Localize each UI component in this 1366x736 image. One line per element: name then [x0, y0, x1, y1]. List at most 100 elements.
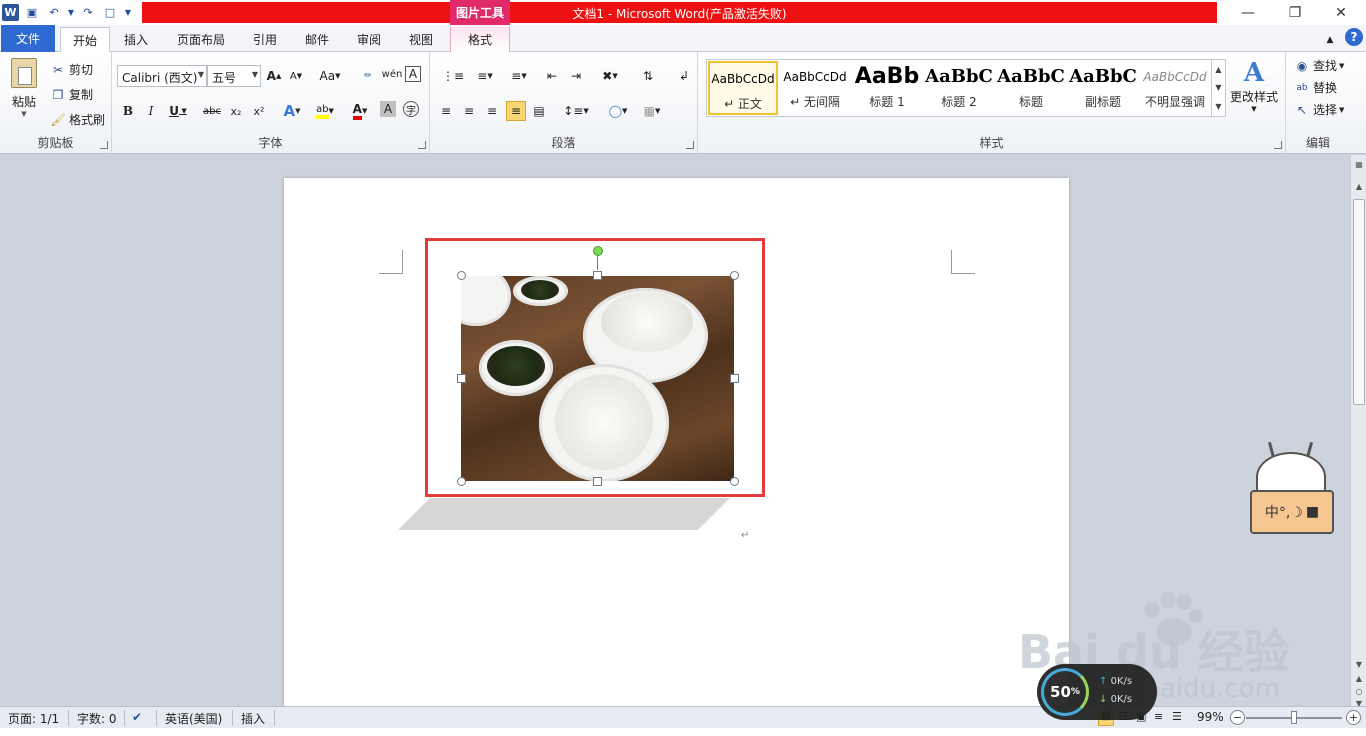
phonetic-guide-button[interactable]: wén: [382, 64, 403, 84]
document-page[interactable]: ↵: [284, 178, 1069, 718]
resize-handle-left[interactable]: [457, 374, 466, 383]
line-spacing-button[interactable]: ↕≡ ▼: [562, 101, 590, 121]
insert-mode[interactable]: 插入: [241, 710, 265, 727]
styles-launcher-icon[interactable]: [1274, 141, 1282, 149]
tab-review[interactable]: 审阅: [348, 27, 390, 52]
style-item-heading-2[interactable]: AaBbC 标题 2: [924, 61, 994, 115]
chinese-layout-button[interactable]: ✖ ▼: [596, 66, 624, 86]
find-button[interactable]: ◉ 查找 ▼: [1294, 57, 1345, 74]
replace-button[interactable]: ab 替换: [1294, 79, 1337, 96]
zoom-out-icon[interactable]: −: [1230, 710, 1245, 725]
clear-format-button[interactable]: ✏: [358, 66, 378, 86]
ime-cat-widget[interactable]: 中°,☽ ■: [1246, 441, 1338, 536]
customize-qat-icon[interactable]: ▼: [123, 4, 133, 22]
tab-insert[interactable]: 插入: [114, 27, 158, 52]
paste-button[interactable]: 粘贴 ▼: [6, 58, 42, 118]
proofing-icon[interactable]: ✔: [132, 710, 142, 724]
show-marks-button[interactable]: ↲: [674, 66, 694, 86]
font-family-select[interactable]: Calibri (西文) ▼: [117, 65, 207, 87]
subscript-button[interactable]: x₂: [226, 101, 246, 121]
numbering-button[interactable]: ≡ ▼: [470, 66, 500, 86]
zoom-slider-thumb[interactable]: [1291, 711, 1297, 724]
gallery-more-icon[interactable]: ▼: [1215, 102, 1221, 111]
resize-handle-top-right[interactable]: [730, 271, 739, 280]
rotate-handle-icon[interactable]: [593, 246, 603, 256]
change-styles-button[interactable]: A 更改样式 ▼: [1228, 58, 1280, 113]
word-logo-icon[interactable]: W: [2, 4, 19, 21]
resize-handle-bottom-right[interactable]: [730, 477, 739, 486]
page-count[interactable]: 页面: 1/1: [8, 710, 59, 727]
italic-button[interactable]: I: [141, 101, 161, 121]
superscript-button[interactable]: x²: [249, 101, 269, 121]
bold-button[interactable]: B: [118, 101, 138, 121]
redo-icon[interactable]: ↷: [79, 4, 97, 22]
word-count[interactable]: 字数: 0: [77, 710, 117, 727]
format-painter-button[interactable]: 🖌 格式刷: [50, 111, 105, 128]
resize-handle-top-left[interactable]: [457, 271, 466, 280]
style-item-subtle-emphasis[interactable]: AaBbCcDd 不明显强调: [1140, 61, 1210, 115]
new-document-icon[interactable]: □: [101, 4, 119, 22]
shrink-font-button[interactable]: A ▼: [286, 66, 306, 86]
resize-handle-bottom[interactable]: [593, 477, 602, 486]
font-size-select[interactable]: 五号 ▼: [207, 65, 261, 87]
tab-page-layout[interactable]: 页面布局: [168, 27, 234, 52]
font-launcher-icon[interactable]: [418, 141, 426, 149]
style-item-subtitle[interactable]: AaBbC 副标题: [1068, 61, 1138, 115]
copy-button[interactable]: ❐ 复制: [50, 86, 93, 103]
decrease-indent-button[interactable]: ⇤: [542, 66, 562, 86]
highlight-button[interactable]: ab ▼: [310, 101, 340, 121]
increase-indent-button[interactable]: ⇥: [566, 66, 586, 86]
tab-file[interactable]: 文件: [1, 25, 55, 52]
style-item-title[interactable]: AaBbC 标题: [996, 61, 1066, 115]
scroll-thumb[interactable]: [1353, 199, 1365, 405]
tab-home[interactable]: 开始: [60, 27, 110, 53]
gallery-up-icon[interactable]: ▲: [1215, 65, 1221, 74]
font-color-button[interactable]: A ▼: [345, 101, 375, 121]
bullets-button[interactable]: ⋮≡: [438, 66, 468, 86]
tab-mailings[interactable]: 邮件: [296, 27, 338, 52]
change-case-button[interactable]: Aa ▼: [317, 66, 343, 86]
minimize-icon[interactable]: —: [1225, 0, 1271, 25]
close-icon[interactable]: ✕: [1318, 0, 1364, 25]
network-speed-widget[interactable]: 50% ↑ 0K/s ↓ 0K/s: [1037, 664, 1157, 720]
outline-icon[interactable]: ≡: [1154, 710, 1163, 723]
justify-button[interactable]: ≡: [506, 101, 526, 121]
restore-icon[interactable]: ❐: [1272, 0, 1318, 25]
zoom-level[interactable]: 99%: [1197, 710, 1224, 724]
paragraph-launcher-icon[interactable]: [686, 141, 694, 149]
sort-button[interactable]: ⇅: [638, 66, 658, 86]
resize-handle-top[interactable]: [593, 271, 602, 280]
multilevel-list-button[interactable]: ≡ ▼: [504, 66, 534, 86]
save-icon[interactable]: ▣: [23, 4, 41, 22]
style-item-normal[interactable]: AaBbCcDd ↵ 正文: [708, 61, 778, 115]
text-effects-button[interactable]: A ▼: [278, 101, 306, 121]
align-left-button[interactable]: ≡: [436, 101, 456, 121]
scroll-up-icon[interactable]: ▲: [1351, 179, 1366, 193]
grow-font-button[interactable]: A ▲: [264, 66, 284, 86]
resize-handle-right[interactable]: [730, 374, 739, 383]
borders-button[interactable]: ▦ ▼: [638, 101, 666, 121]
zoom-in-icon[interactable]: +: [1346, 710, 1361, 725]
align-center-button[interactable]: ≡: [459, 101, 479, 121]
help-icon[interactable]: ?: [1345, 28, 1363, 46]
cut-button[interactable]: ✂ 剪切: [50, 61, 93, 78]
tab-format[interactable]: 格式: [450, 27, 510, 52]
draft-icon[interactable]: ☰: [1172, 710, 1182, 723]
undo-icon[interactable]: ↶: [45, 4, 63, 22]
style-item-heading-1[interactable]: AaBb 标题 1: [852, 61, 922, 115]
enclose-char-button[interactable]: 字: [403, 101, 419, 117]
ribbon-collapse-icon[interactable]: ▲: [1322, 27, 1338, 52]
distributed-button[interactable]: ▤: [529, 101, 549, 121]
shading-button[interactable]: ◯ ▼: [604, 101, 632, 121]
scroll-down-icon[interactable]: ▼: [1351, 657, 1366, 671]
prev-page-icon[interactable]: ▲: [1351, 671, 1366, 685]
align-right-button[interactable]: ≡: [482, 101, 502, 121]
gallery-down-icon[interactable]: ▼: [1215, 83, 1221, 92]
vertical-scrollbar[interactable]: ▦ ▲ ▼ ▲ ○ ▼: [1350, 155, 1366, 708]
language[interactable]: 英语(美国): [165, 710, 222, 727]
clipboard-launcher-icon[interactable]: [100, 141, 108, 149]
char-border-button[interactable]: A: [405, 66, 421, 82]
dropdown-arrow-icon[interactable]: ▼: [67, 4, 75, 22]
tab-view[interactable]: 视图: [400, 27, 442, 52]
char-shading-button[interactable]: A: [380, 101, 396, 117]
